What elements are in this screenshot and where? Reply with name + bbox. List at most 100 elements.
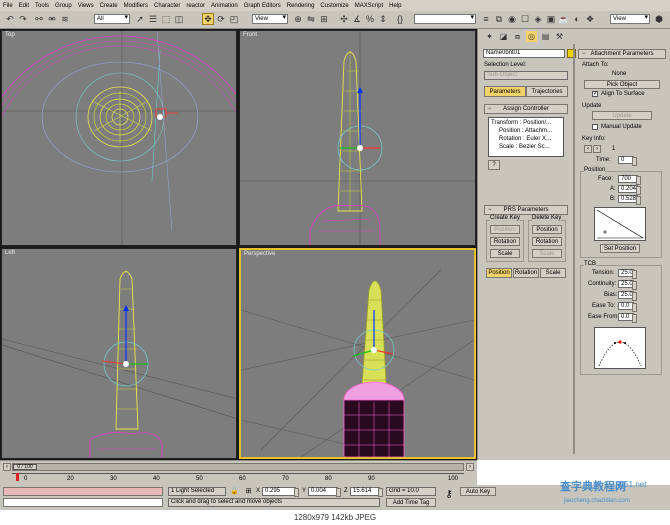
time-slider-thumb[interactable]: 0 / 100 [13,464,37,470]
motion-tab-icon[interactable]: ◎ [526,31,537,42]
render-production-icon[interactable]: ⬢ [653,13,665,25]
delete-key-scale-button[interactable]: Scale [532,249,562,258]
selection-filter-dropdown[interactable]: All [94,14,130,24]
previous-key-button[interactable]: ‹ [584,145,592,153]
track-view-icon[interactable]: ≡ [480,13,492,25]
face-spinner[interactable]: 700 [618,175,641,185]
named-selection-icon[interactable]: {} [394,13,406,25]
link-icon[interactable]: ⚯ [33,13,45,25]
tension-spinner[interactable]: 25.0 [618,269,637,279]
material-editor-icon[interactable]: ◉ [506,13,518,25]
bias-spinner[interactable]: 25.0 [618,291,637,301]
ease-from-spinner[interactable]: 0.0 [618,313,637,323]
x-coordinate-field[interactable]: 0.295 [262,487,299,497]
time-slider-track[interactable]: 0 / 100 [12,463,464,471]
set-key-icon[interactable]: ⚷ [442,489,456,503]
z-coordinate-field[interactable]: 15.614 [350,487,383,497]
hierarchy-tab-icon[interactable]: ⧈ [512,31,523,42]
prs-tab-rotation[interactable]: Rotation [513,268,539,278]
auto-key-button[interactable]: Auto Key [460,487,496,496]
add-time-tag-button[interactable]: Add Time Tag [386,498,436,507]
continuity-spinner[interactable]: 25.0 [618,280,637,290]
spinner-snap-icon[interactable]: ⇕ [377,13,389,25]
window-crossing-icon[interactable]: ◫ [173,13,185,25]
viewport-front[interactable]: Front [239,30,476,246]
modify-tab-icon[interactable]: ◪ [498,31,509,42]
select-scale-icon[interactable]: ◰ [228,13,240,25]
pivot-center-icon[interactable]: ⊕ [292,13,304,25]
render-scene-icon[interactable]: ☐ [519,13,531,25]
menu-rendering[interactable]: Rendering [287,3,315,9]
create-key-position-button[interactable]: Position [490,225,520,234]
tree-item-scale[interactable]: Scale : Bezier Sc... [499,144,550,150]
prs-parameters-rollout[interactable]: − PRS Parameters [484,205,568,215]
trajectories-tab[interactable]: Trajectories [526,86,568,97]
delete-key-position-button[interactable]: Position [532,225,562,234]
lock-selection-icon[interactable]: 🔒 [230,487,239,496]
mirror-icon[interactable]: ⇋ [305,13,317,25]
pick-object-button[interactable]: Pick Object [584,80,660,89]
named-selection-dropdown[interactable] [414,14,476,24]
create-tab-icon[interactable]: ✦ [484,31,495,42]
menu-maxscript[interactable]: MAXScript [355,3,383,9]
menu-graph-editors[interactable]: Graph Editors [244,3,281,9]
controller-tree[interactable]: Transform : Position/... Position : Atta… [488,117,564,157]
tree-item-rotation[interactable]: Rotation : Euler X... [499,136,551,142]
region-select-icon[interactable]: ⬚ [160,13,172,25]
select-rotate-icon[interactable]: ⟳ [215,13,227,25]
undo-icon[interactable]: ↶ [4,13,16,25]
current-key-marker[interactable] [16,473,19,481]
menu-views[interactable]: Views [78,3,94,9]
menu-file[interactable]: File [3,3,13,9]
render-last-icon[interactable]: ❖ [584,13,596,25]
create-key-scale-button[interactable]: Scale [490,249,520,258]
create-key-rotation-button[interactable]: Rotation [490,237,520,246]
viewport-left[interactable]: Left [1,248,237,459]
reference-coordinate-dropdown[interactable]: View [252,14,288,24]
teapot-render-icon[interactable]: ☕ [558,13,570,25]
menu-group[interactable]: Group [55,3,72,9]
schematic-view-icon[interactable]: ⧉ [493,13,505,25]
ease-to-spinner[interactable]: 0.0 [618,302,637,312]
attachment-parameters-rollout[interactable]: − Attachment Parameters [578,49,666,59]
redo-icon[interactable]: ↷ [17,13,29,25]
position-preview[interactable] [594,207,646,241]
render-type-icon[interactable]: ▣ [545,13,557,25]
quick-render-icon[interactable]: ◈ [532,13,544,25]
object-name-field[interactable]: Name0bnt01 [483,49,565,58]
menu-reactor[interactable]: reactor [186,3,205,9]
manual-update-checkbox[interactable] [592,124,598,130]
y-coordinate-field[interactable]: 0.004 [308,487,341,497]
select-by-name-icon[interactable]: ☰ [147,13,159,25]
assign-controller-button[interactable]: ? [488,160,500,170]
prs-tab-scale[interactable]: Scale [540,268,566,278]
angle-snap-icon[interactable]: ∡ [351,13,363,25]
select-move-icon[interactable]: ✥ [202,13,214,25]
panel-scrollbar[interactable] [573,44,575,454]
track-bar[interactable]: 0 20 30 40 50 60 70 80 90 100 [12,473,464,484]
display-tab-icon[interactable]: ▤ [540,31,551,42]
align-icon[interactable]: ⊞ [318,13,330,25]
menu-modifiers[interactable]: Modifiers [124,3,148,9]
prs-tab-position[interactable]: Position [486,268,512,278]
menu-customize[interactable]: Customize [320,3,348,9]
select-object-icon[interactable]: ➚ [134,13,146,25]
time-slider-prev-icon[interactable]: ‹ [3,463,11,471]
update-button[interactable]: Update [592,111,652,120]
absolute-mode-icon[interactable]: ⊞ [244,487,253,496]
maxscript-listener-mini[interactable] [3,487,163,496]
menu-animation[interactable]: Animation [211,3,238,9]
menu-character[interactable]: Character [154,3,180,9]
maxscript-input[interactable] [3,498,163,507]
viewport-top[interactable]: Top [1,30,237,246]
time-slider-next-icon[interactable]: › [466,463,474,471]
parameters-tab[interactable]: Parameters [484,86,526,97]
sub-object-dropdown[interactable]: Sub-Object [484,71,568,80]
active-shade-icon[interactable]: ◐ [571,13,583,25]
menu-edit[interactable]: Edit [19,3,29,9]
unlink-icon[interactable]: ⚮ [46,13,58,25]
menu-help[interactable]: Help [389,3,401,9]
render-view-dropdown[interactable]: View [610,14,650,24]
align-to-surface-checkbox[interactable]: ✓ [592,91,598,97]
assign-controller-rollout[interactable]: − Assign Controller [484,104,568,114]
